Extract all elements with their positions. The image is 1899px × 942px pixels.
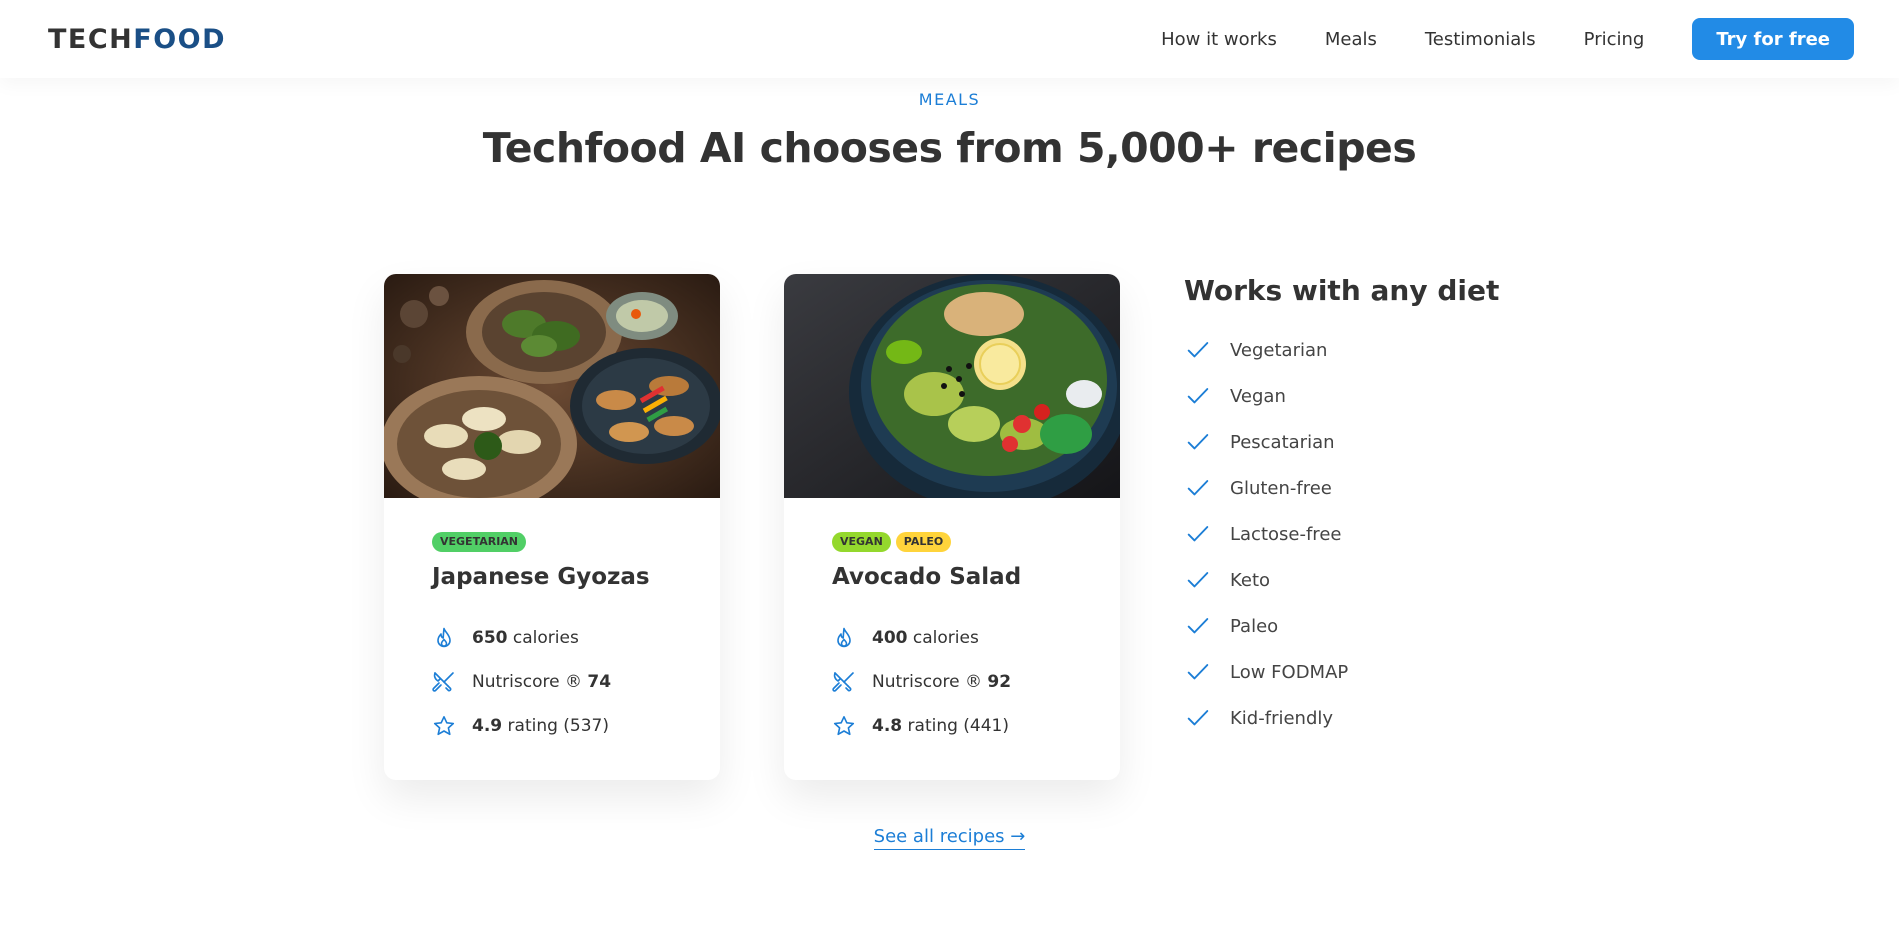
checkmark-icon xyxy=(1187,480,1209,496)
meal-image-gyozas xyxy=(384,274,720,498)
diet-item: Low FODMAP xyxy=(1184,649,1604,695)
star-icon xyxy=(833,716,855,736)
flame-icon xyxy=(837,627,851,648)
checkmark-icon xyxy=(1187,664,1209,680)
diet-item: Vegan xyxy=(1184,373,1604,419)
calories-label: calories xyxy=(512,628,579,648)
tag-paleo: Paleo xyxy=(895,532,952,552)
meal-calories: 400 calories xyxy=(832,616,1072,660)
star-icon xyxy=(433,716,455,736)
diet-item-label: Lactose-free xyxy=(1230,523,1342,545)
meal-title: Japanese Gyozas xyxy=(432,564,650,590)
diet-item: Gluten-free xyxy=(1184,465,1604,511)
meal-attributes: 400 calories Nutriscore ® 92 4.8 rating … xyxy=(832,616,1072,748)
meal-tags: Vegan Paleo xyxy=(832,532,1072,552)
diet-item-label: Low FODMAP xyxy=(1230,661,1349,683)
section-title: Techfood AI chooses from 5,000+ recipes xyxy=(482,124,1417,172)
checkmark-icon xyxy=(1187,388,1209,404)
meal-image-avocado-salad xyxy=(784,274,1120,498)
see-all-recipes-link[interactable]: See all recipes → xyxy=(873,826,1026,850)
diet-title: Works with any diet xyxy=(1184,274,1500,307)
nav-link-pricing[interactable]: Pricing xyxy=(1584,29,1645,50)
diet-item-label: Kid-friendly xyxy=(1230,707,1334,729)
nutriscore-label: Nutriscore ® xyxy=(872,672,982,692)
checkmark-icon xyxy=(1187,526,1209,542)
tag-vegan: Vegan xyxy=(832,532,891,552)
nutriscore-value: 74 xyxy=(587,672,612,692)
diet-item-label: Gluten-free xyxy=(1230,477,1332,499)
nutriscore-value: 92 xyxy=(987,672,1012,692)
logo-text-food: FOOD xyxy=(133,23,227,55)
meal-calories: 650 calories xyxy=(432,616,672,660)
rating-label: rating (537) xyxy=(507,716,610,736)
checkmark-icon xyxy=(1187,342,1209,358)
meal-nutriscore: Nutriscore ® 74 xyxy=(432,660,672,704)
logo[interactable]: TECHFOOD xyxy=(48,24,226,55)
calories-label: calories xyxy=(912,628,979,648)
rating-label: rating (441) xyxy=(907,716,1010,736)
diet-item: Vegetarian xyxy=(1184,327,1604,373)
flame-icon xyxy=(437,627,451,648)
logo-text-tech: TECH xyxy=(48,23,134,55)
meal-attributes: 650 calories Nutriscore ® 74 4.9 rating … xyxy=(432,616,672,748)
diet-item-label: Vegetarian xyxy=(1230,339,1328,361)
checkmark-icon xyxy=(1187,434,1209,450)
meal-nutriscore: Nutriscore ® 92 xyxy=(832,660,1072,704)
nav-link-testimonials[interactable]: Testimonials xyxy=(1425,29,1536,50)
nutriscore-label: Nutriscore ® xyxy=(472,672,582,692)
diet-item: Paleo xyxy=(1184,603,1604,649)
diet-item: Pescatarian xyxy=(1184,419,1604,465)
meal-rating: 4.9 rating (537) xyxy=(432,704,672,748)
diet-list: Vegetarian Vegan Pescatarian Gluten-free Lac… xyxy=(1184,327,1604,741)
diet-item: Keto xyxy=(1184,557,1604,603)
try-for-free-button[interactable]: Try for free xyxy=(1692,18,1854,60)
meal-card: Vegan Paleo Avocado Salad 400 calories N… xyxy=(784,274,1120,780)
main-nav: How it works Meals Testimonials Pricing … xyxy=(1161,18,1854,60)
meal-rating: 4.8 rating (441) xyxy=(832,704,1072,748)
diet-item: Lactose-free xyxy=(1184,511,1604,557)
checkmark-icon xyxy=(1187,618,1209,634)
site-header: TECHFOOD How it works Meals Testimonials… xyxy=(0,0,1899,78)
tag-vegetarian: Vegetarian xyxy=(432,532,527,552)
meal-card-body: Vegetarian Japanese Gyozas 650 calories … xyxy=(384,498,720,748)
calories-value: 650 xyxy=(472,628,508,648)
diet-item-label: Vegan xyxy=(1230,385,1286,407)
rating-value: 4.9 xyxy=(472,716,503,736)
section-eyebrow: MEALS xyxy=(918,90,981,109)
diet-item-label: Pescatarian xyxy=(1230,431,1335,453)
see-all-container: See all recipes → xyxy=(0,826,1899,850)
diet-item-label: Keto xyxy=(1230,569,1271,591)
meal-tags: Vegetarian xyxy=(432,532,672,552)
nav-link-meals[interactable]: Meals xyxy=(1325,29,1377,50)
meal-card: Vegetarian Japanese Gyozas 650 calories … xyxy=(384,274,720,780)
diet-item: Kid-friendly xyxy=(1184,695,1604,741)
diet-section: Works with any diet Vegetarian Vegan Pesca… xyxy=(1184,274,1604,741)
checkmark-icon xyxy=(1187,710,1209,726)
utensils-icon xyxy=(832,672,854,692)
rating-value: 4.8 xyxy=(872,716,903,736)
meal-card-body: Vegan Paleo Avocado Salad 400 calories N… xyxy=(784,498,1120,748)
checkmark-icon xyxy=(1187,572,1209,588)
utensils-icon xyxy=(432,672,454,692)
meal-title: Avocado Salad xyxy=(832,564,1022,590)
calories-value: 400 xyxy=(872,628,908,648)
nav-link-how-it-works[interactable]: How it works xyxy=(1161,29,1277,50)
diet-item-label: Paleo xyxy=(1230,615,1279,637)
